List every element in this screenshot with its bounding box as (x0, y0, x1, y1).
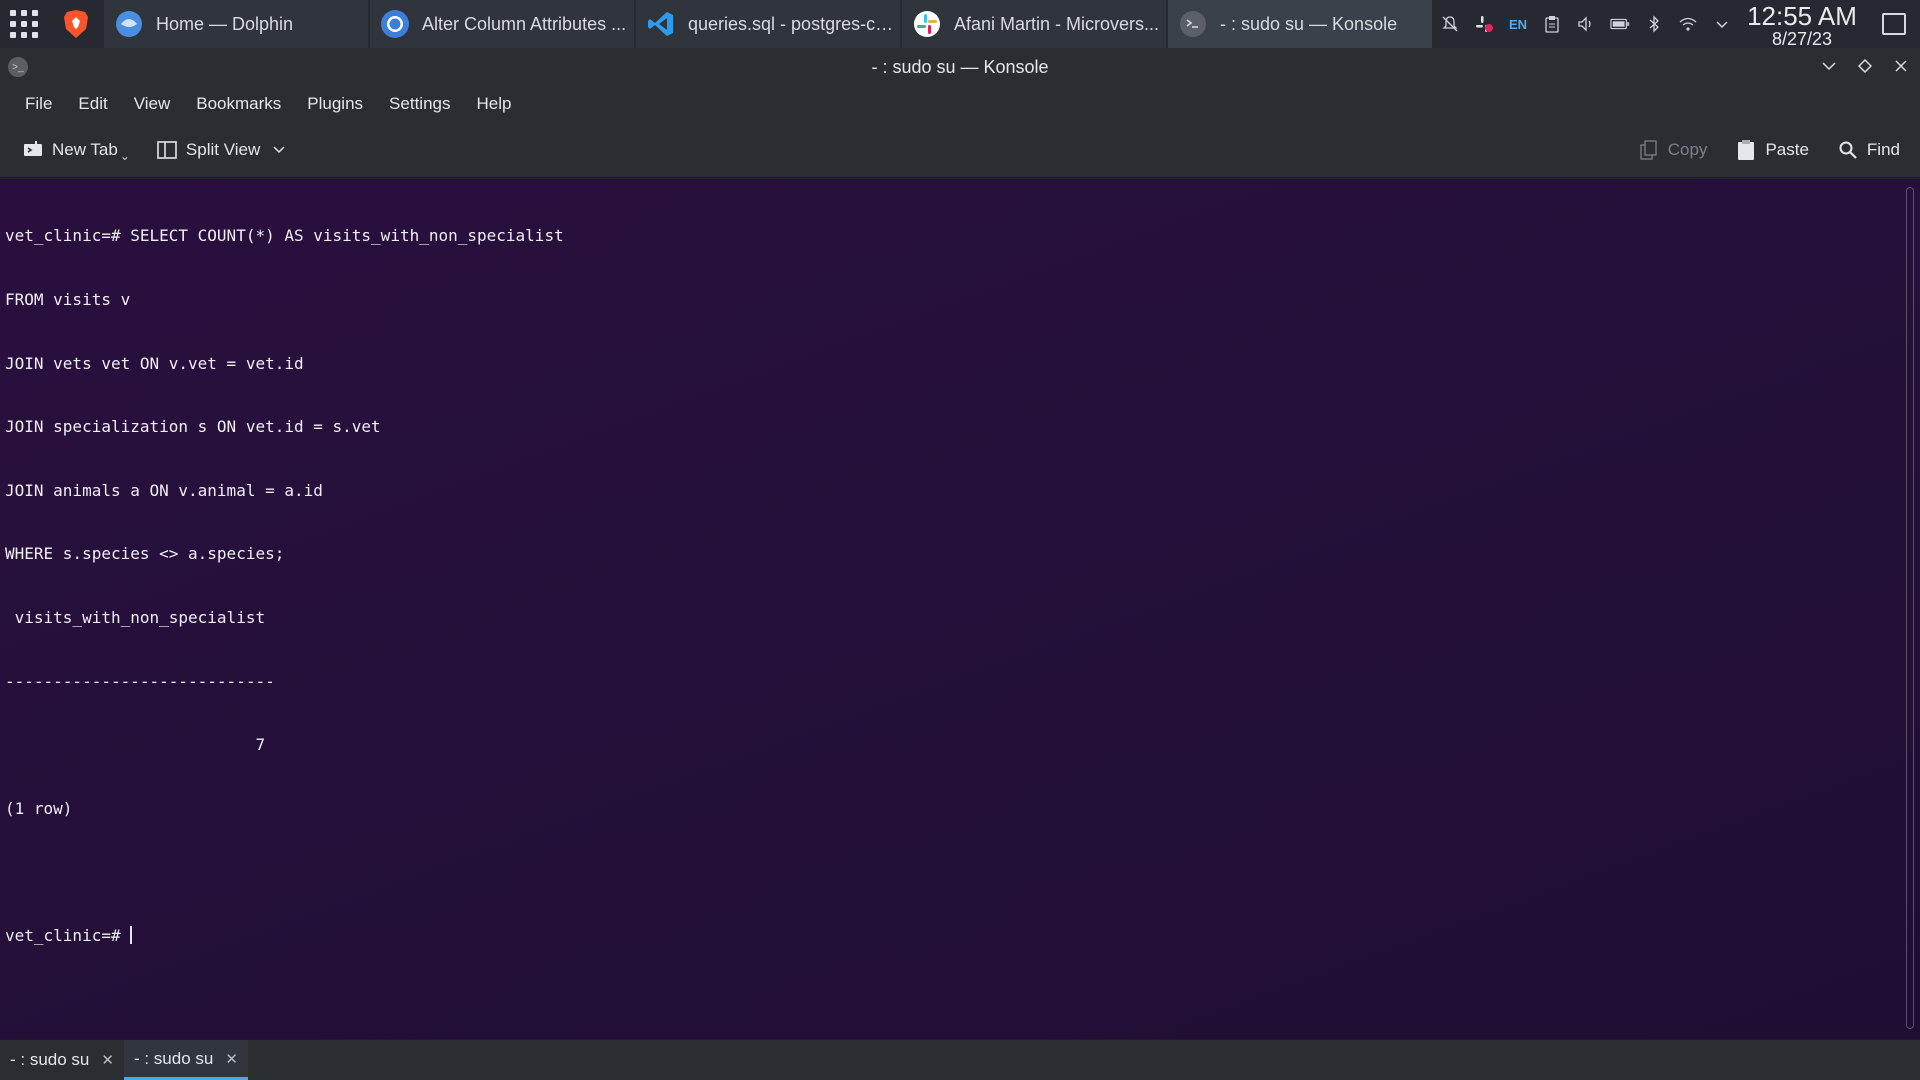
chevron-down-icon[interactable] (1712, 14, 1732, 34)
konsole-window-icon[interactable]: >_ (8, 57, 28, 77)
new-tab-label: New Tab (52, 140, 118, 159)
terminal-view[interactable]: vet_clinic=# SELECT COUNT(*) AS visits_w… (0, 179, 1920, 1039)
main-toolbar: New Tab ⌄ Split View Copy Paste Find (0, 122, 1920, 178)
copy-icon (1638, 139, 1660, 161)
session-tab[interactable]: - : sudo su ✕ (0, 1040, 124, 1080)
terminal-line: JOIN animals a ON v.animal = a.id (5, 480, 323, 500)
paste-label: Paste (1765, 140, 1809, 159)
split-view-label: Split View (185, 140, 261, 159)
search-icon (1837, 139, 1859, 161)
close-tab-icon[interactable]: ✕ (225, 1050, 238, 1068)
taskbar: Home — Dolphin Alter Column Attributes .… (0, 0, 1920, 48)
terminal-line: 7 (5, 735, 266, 755)
clock-date: 8/27/23 (1771, 29, 1833, 49)
task-label: Afani Martin - Microvers... (954, 13, 1160, 34)
battery-icon[interactable] (1610, 14, 1630, 34)
slack-icon (912, 9, 942, 39)
terminal-prompt-line[interactable]: vet_clinic=# (5, 925, 564, 946)
new-tab-icon (22, 139, 44, 161)
terminal-prompt: vet_clinic=# (5, 926, 131, 946)
menu-bookmarks[interactable]: Bookmarks (183, 86, 294, 122)
maximize-button[interactable] (1856, 56, 1874, 76)
menu-file[interactable]: File (12, 86, 65, 122)
new-tab-dropdown-icon[interactable]: ⌄ (120, 149, 130, 163)
find-button[interactable]: Find (1837, 132, 1900, 168)
terminal-line: ---------------------------- (5, 671, 275, 691)
clipboard-icon[interactable] (1542, 14, 1562, 34)
session-tab-active[interactable]: - : sudo su ✕ (123, 1040, 248, 1080)
chevron-down-icon[interactable] (268, 139, 290, 161)
find-label: Find (1866, 140, 1900, 159)
dolphin-icon (114, 9, 144, 39)
task-label: Alter Column Attributes ... (422, 13, 627, 34)
terminal-line: WHERE s.species <> a.species; (5, 544, 285, 564)
task-label: - : sudo su — Konsole (1220, 13, 1398, 34)
split-view-button[interactable]: Split View (156, 132, 290, 168)
paste-button[interactable]: Paste (1735, 132, 1809, 168)
slack-tray-icon[interactable] (1474, 14, 1494, 34)
session-tab-label: - : sudo su (133, 1048, 214, 1068)
task-dolphin[interactable]: Home — Dolphin (104, 0, 368, 48)
menu-bar: File Edit View Bookmarks Plugins Setting… (0, 86, 1920, 122)
terminal-line: visits_with_non_specialist (5, 608, 266, 628)
text-cursor (130, 926, 133, 945)
menu-settings[interactable]: Settings (376, 86, 463, 122)
volume-icon[interactable] (1576, 14, 1596, 34)
copy-button[interactable]: Copy (1638, 132, 1708, 168)
menu-edit[interactable]: Edit (65, 86, 120, 122)
terminal-line: (1 row) (5, 798, 73, 818)
terminal-line: JOIN vets vet ON v.vet = vet.id (5, 353, 304, 373)
task-chrome[interactable]: Alter Column Attributes ... (370, 0, 634, 48)
chrome-icon (380, 9, 410, 39)
window-titlebar[interactable]: >_ - : sudo su — Konsole (0, 48, 1920, 86)
close-tab-icon[interactable]: ✕ (101, 1051, 114, 1069)
keyboard-layout-indicator[interactable]: EN (1508, 14, 1528, 34)
terminal-line: vet_clinic=# SELECT COUNT(*) AS visits_w… (5, 226, 564, 246)
task-konsole[interactable]: - : sudo su — Konsole (1168, 0, 1432, 48)
terminal-line: FROM visits v (5, 290, 131, 310)
task-label: Home — Dolphin (156, 13, 294, 34)
system-tray: EN (1440, 0, 1732, 48)
task-slack[interactable]: Afani Martin - Microvers... (902, 0, 1166, 48)
split-view-icon (156, 139, 178, 161)
konsole-icon (1178, 9, 1208, 39)
window-title: - : sudo su — Konsole (871, 56, 1049, 77)
application-launcher-icon[interactable] (0, 0, 48, 48)
digital-clock[interactable]: 12:55 AM 8/27/23 (1740, 2, 1864, 48)
terminal-line: JOIN specialization s ON vet.id = s.vet (5, 417, 381, 437)
bluetooth-icon[interactable] (1644, 14, 1664, 34)
session-tab-bar: - : sudo su ✕ - : sudo su ✕ (0, 1039, 1920, 1080)
brave-browser-icon[interactable] (48, 0, 104, 48)
clock-time: 12:55 AM (1747, 1, 1857, 31)
menu-plugins[interactable]: Plugins (294, 86, 376, 122)
task-vscode[interactable]: queries.sql - postgres-co... (636, 0, 900, 48)
paste-icon (1735, 139, 1757, 161)
menu-view[interactable]: View (121, 86, 184, 122)
show-desktop-icon[interactable] (1882, 13, 1906, 35)
notifications-icon[interactable] (1440, 14, 1460, 34)
close-button[interactable] (1892, 56, 1910, 76)
vscode-icon (646, 9, 676, 39)
terminal-output: vet_clinic=# SELECT COUNT(*) AS visits_w… (5, 183, 564, 989)
menu-help[interactable]: Help (463, 86, 524, 122)
copy-label: Copy (1667, 140, 1708, 159)
task-label: queries.sql - postgres-co... (688, 13, 900, 34)
session-tab-label: - : sudo su (10, 1050, 90, 1069)
new-tab-button[interactable]: New Tab ⌄ (22, 132, 130, 168)
minimize-button[interactable] (1820, 56, 1838, 76)
wifi-icon[interactable] (1678, 14, 1698, 34)
terminal-scrollbar[interactable] (1906, 187, 1914, 1029)
